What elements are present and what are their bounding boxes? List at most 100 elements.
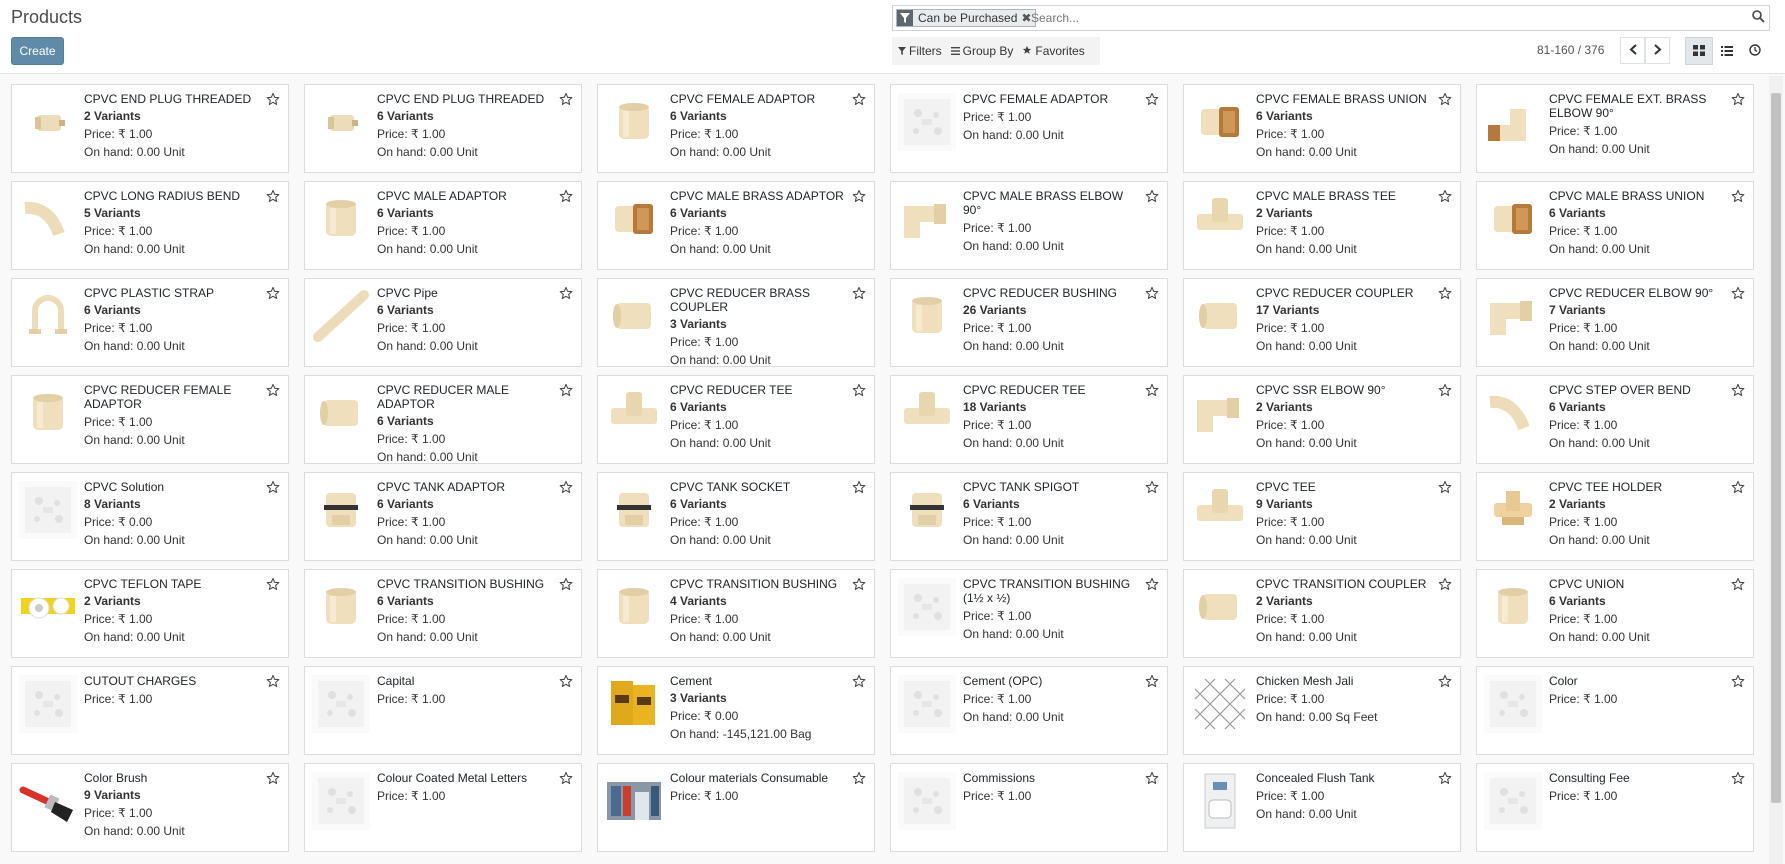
product-card[interactable]: CUTOUT CHARGES Price: ₹ 1.00 [11,666,289,755]
star-favorite-icon[interactable] [266,286,280,303]
star-favorite-icon[interactable] [852,286,866,303]
product-card[interactable]: Chicken Mesh Jali Price: ₹ 1.00 On hand: 0… [1183,666,1461,755]
search-input[interactable] [1029,8,1719,28]
star-favorite-icon[interactable] [852,189,866,206]
pager-previous-button[interactable] [1620,37,1645,64]
product-card[interactable]: Color Brush 9 Variants Price: ₹ 1.00 On han… [11,763,289,852]
product-card[interactable]: CPVC SSR ELBOW 90° 2 Variants Price: ₹ 1.0… [1183,375,1461,464]
star-favorite-icon[interactable] [1438,286,1452,303]
star-favorite-icon[interactable] [1145,383,1159,400]
product-card[interactable]: Capital Price: ₹ 1.00 [304,666,582,755]
product-card[interactable]: CPVC FEMALE ADAPTOR 6 Variants Price: ₹ 1.… [597,84,875,173]
star-favorite-icon[interactable] [1731,92,1745,109]
star-favorite-icon[interactable] [852,674,866,691]
product-card[interactable]: CPVC TRANSITION COUPLER 2 Variants Price: … [1183,569,1461,658]
star-favorite-icon[interactable] [559,286,573,303]
star-favorite-icon[interactable] [852,383,866,400]
star-favorite-icon[interactable] [1145,189,1159,206]
product-card[interactable]: CPVC REDUCER COUPLER 17 Variants Price: ₹ … [1183,278,1461,367]
star-favorite-icon[interactable] [266,480,280,497]
star-favorite-icon[interactable] [1145,480,1159,497]
star-favorite-icon[interactable] [1145,286,1159,303]
star-favorite-icon[interactable] [1145,577,1159,594]
pager-next-button[interactable] [1645,37,1670,64]
product-card[interactable]: CPVC TEFLON TAPE 2 Variants Price: ₹ 1.00 O… [11,569,289,658]
star-favorite-icon[interactable] [1438,480,1452,497]
star-favorite-icon[interactable] [852,480,866,497]
star-favorite-icon[interactable] [559,480,573,497]
product-card[interactable]: CPVC END PLUG THREADED 2 Variants Price: ₹… [11,84,289,173]
product-card[interactable]: CPVC TANK ADAPTOR 6 Variants Price: ₹ 1.00… [304,472,582,561]
star-favorite-icon[interactable] [1438,577,1452,594]
product-card[interactable]: Colour Coated Metal Letters Price: ₹ 1.00 [304,763,582,852]
activity-view-button[interactable] [1741,37,1769,65]
star-favorite-icon[interactable] [1145,674,1159,691]
star-favorite-icon[interactable] [559,92,573,109]
group-by-button[interactable]: Group By [950,44,1013,58]
star-favorite-icon[interactable] [266,674,280,691]
star-favorite-icon[interactable] [1731,771,1745,788]
star-favorite-icon[interactable] [1731,480,1745,497]
product-card[interactable]: CPVC REDUCER BRASS COUPLER 3 Variants Pric… [597,278,875,367]
product-card[interactable]: Consulting Fee Price: ₹ 1.00 [1476,763,1754,852]
product-card[interactable]: CPVC TANK SPIGOT 6 Variants Price: ₹ 1.00 O… [890,472,1168,561]
product-card[interactable]: CPVC MALE BRASS UNION 6 Variants Price: ₹ … [1476,181,1754,270]
scrollbar[interactable] [1769,76,1783,864]
product-card[interactable]: CPVC REDUCER TEE 6 Variants Price: ₹ 1.00 O… [597,375,875,464]
product-card[interactable]: CPVC STEP OVER BEND 6 Variants Price: ₹ 1.… [1476,375,1754,464]
product-card[interactable]: Concealed Flush Tank Price: ₹ 1.00 On hand… [1183,763,1461,852]
product-card[interactable]: CPVC REDUCER TEE 18 Variants Price: ₹ 1.00… [890,375,1168,464]
product-card[interactable]: CPVC REDUCER FEMALE ADAPTOR Price: ₹ 1.00… [11,375,289,464]
favorites-button[interactable]: Favorites [1022,44,1085,58]
product-card[interactable]: CPVC MALE BRASS ELBOW 90° Price: ₹ 1.00 On… [890,181,1168,270]
product-card[interactable]: CPVC Pipe 6 Variants Price: ₹ 1.00 On hand:… [304,278,582,367]
star-favorite-icon[interactable] [1731,674,1745,691]
product-card[interactable]: CPVC TANK SOCKET 6 Variants Price: ₹ 1.00 O… [597,472,875,561]
product-card[interactable]: Cement (OPC) Price: ₹ 1.00 On hand: 0.00 U… [890,666,1168,755]
product-card[interactable]: CPVC TEE 9 Variants Price: ₹ 1.00 On hand: … [1183,472,1461,561]
product-card[interactable]: Colour materials Consumable Price: ₹ 1.00 [597,763,875,852]
scrollbar-thumb[interactable] [1771,93,1781,803]
star-favorite-icon[interactable] [266,383,280,400]
star-favorite-icon[interactable] [1731,286,1745,303]
star-favorite-icon[interactable] [559,771,573,788]
search-icon[interactable] [1752,10,1765,26]
product-card[interactable]: CPVC FEMALE ADAPTOR Price: ₹ 1.00 On hand:… [890,84,1168,173]
product-card[interactable]: CPVC FEMALE EXT. BRASS ELBOW 90° Price: ₹… [1476,84,1754,173]
product-card[interactable]: CPVC PLASTIC STRAP 6 Variants Price: ₹ 1.0… [11,278,289,367]
kanban-view-button[interactable] [1685,37,1713,65]
star-favorite-icon[interactable] [1731,383,1745,400]
star-favorite-icon[interactable] [266,577,280,594]
star-favorite-icon[interactable] [266,771,280,788]
star-favorite-icon[interactable] [1731,577,1745,594]
star-favorite-icon[interactable] [559,383,573,400]
product-card[interactable]: CPVC Solution 8 Variants Price: ₹ 0.00 On h… [11,472,289,561]
star-favorite-icon[interactable] [1438,189,1452,206]
star-favorite-icon[interactable] [852,771,866,788]
product-card[interactable]: CPVC TEE HOLDER 2 Variants Price: ₹ 1.00 On… [1476,472,1754,561]
product-card[interactable]: CPVC TRANSITION BUSHING 6 Variants Price: … [304,569,582,658]
product-card[interactable]: CPVC END PLUG THREADED 6 Variants Price: ₹… [304,84,582,173]
product-card[interactable]: CPVC TRANSITION BUSHING 4 Variants Price: … [597,569,875,658]
product-card[interactable]: CPVC REDUCER BUSHING 26 Variants Price: ₹ … [890,278,1168,367]
filters-button[interactable]: Filters [898,44,942,58]
product-card[interactable]: CPVC MALE BRASS TEE 2 Variants Price: ₹ 1.… [1183,181,1461,270]
product-card[interactable]: CPVC MALE BRASS ADAPTOR 6 Variants Price: … [597,181,875,270]
product-card[interactable]: Cement 3 Variants Price: ₹ 0.00 On hand: -1… [597,666,875,755]
search-bar[interactable]: Can be Purchased ✖ [892,5,1770,31]
star-favorite-icon[interactable] [1438,92,1452,109]
star-favorite-icon[interactable] [1438,771,1452,788]
product-card[interactable]: CPVC UNION 6 Variants Price: ₹ 1.00 On hand… [1476,569,1754,658]
create-button[interactable]: Create [11,37,64,65]
star-favorite-icon[interactable] [266,92,280,109]
product-card[interactable]: CPVC REDUCER ELBOW 90° 7 Variants Price: ₹… [1476,278,1754,367]
star-favorite-icon[interactable] [559,674,573,691]
product-card[interactable]: CPVC TRANSITION BUSHING (1½ x ½) Price: ₹… [890,569,1168,658]
product-card[interactable]: CPVC REDUCER MALE ADAPTOR 6 Variants Price… [304,375,582,464]
star-favorite-icon[interactable] [1145,92,1159,109]
star-favorite-icon[interactable] [1438,674,1452,691]
product-card[interactable]: Commissions Price: ₹ 1.00 [890,763,1168,852]
star-favorite-icon[interactable] [266,189,280,206]
list-view-button[interactable] [1713,37,1741,65]
product-card[interactable]: CPVC MALE ADAPTOR 6 Variants Price: ₹ 1.00… [304,181,582,270]
